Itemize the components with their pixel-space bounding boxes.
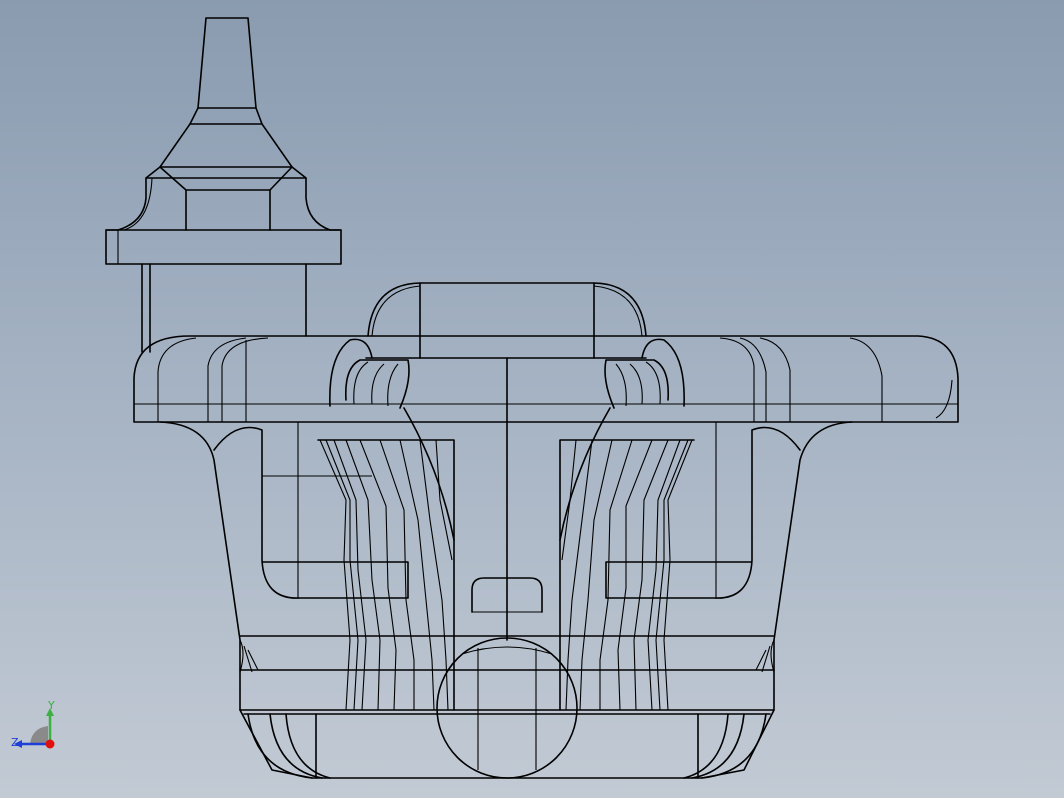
bottom-port-circle[interactable]	[436, 637, 578, 779]
main-body[interactable]	[159, 421, 853, 779]
top-plate[interactable]	[133, 335, 959, 423]
x-axis-dot	[45, 739, 55, 749]
triad-quadrant	[30, 726, 48, 744]
part-model-drawing[interactable]	[0, 0, 1064, 798]
center-divider[interactable]	[471, 357, 543, 641]
nozzle-fitting[interactable]	[105, 17, 342, 353]
orientation-triad: Y Z	[11, 699, 55, 749]
y-axis-label: Y	[47, 699, 55, 712]
z-axis-label: Z	[11, 736, 19, 749]
right-ribbed-channel[interactable]	[559, 407, 695, 711]
graphics-viewport[interactable]: Y Z	[0, 0, 1064, 798]
left-ribbed-channel[interactable]	[317, 407, 455, 711]
